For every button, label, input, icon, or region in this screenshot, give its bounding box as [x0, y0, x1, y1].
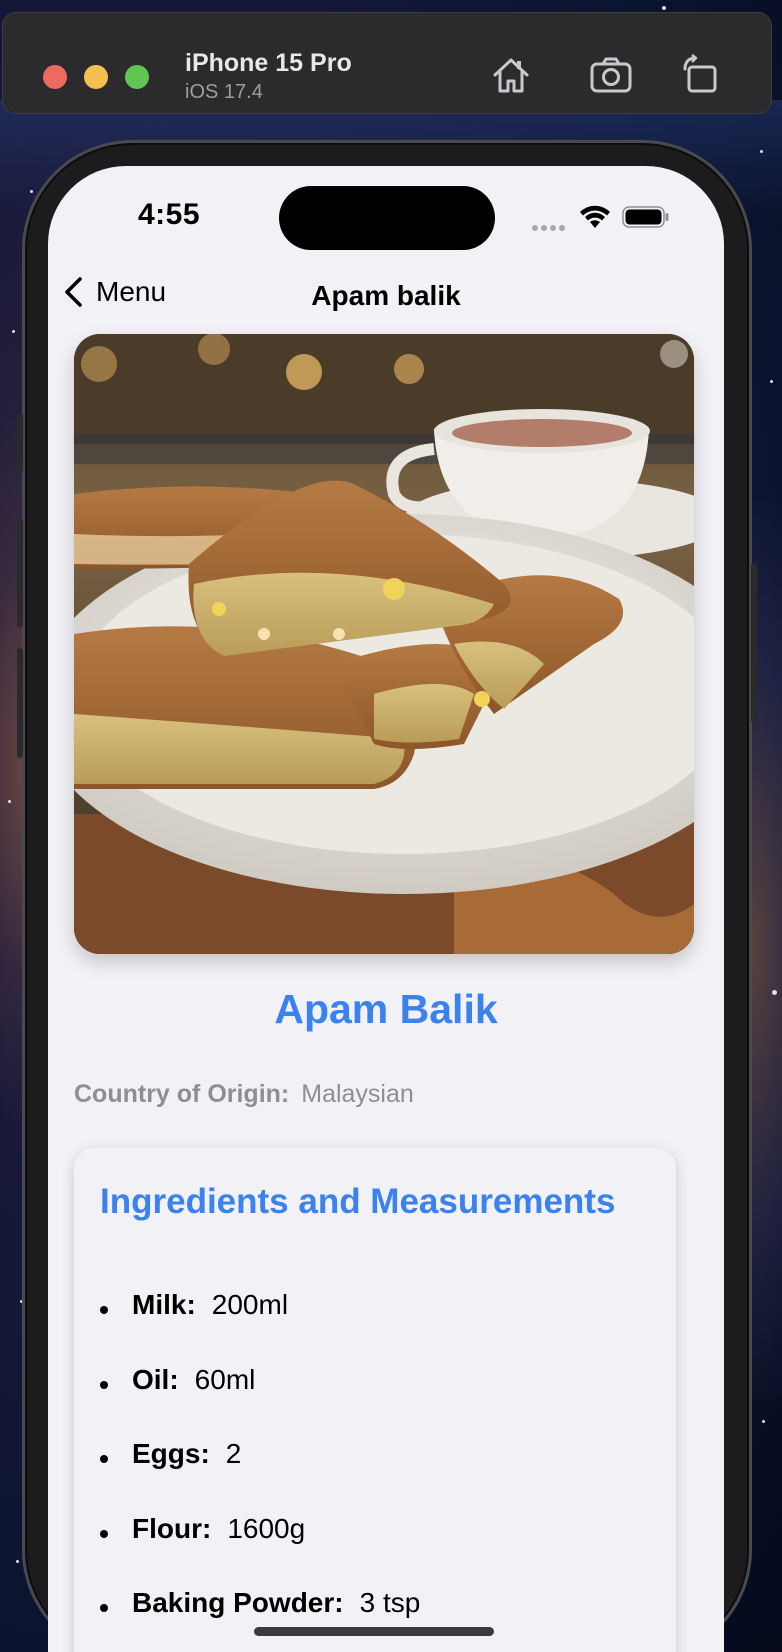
ingredient-measure: 1600g — [227, 1512, 306, 1544]
bullet-icon — [100, 1455, 108, 1464]
home-indicator[interactable] — [254, 1627, 494, 1636]
ingredient-name: Baking Powder: — [132, 1587, 344, 1619]
home-icon[interactable] — [489, 53, 533, 97]
device-name: iPhone 15 Pro — [185, 49, 352, 77]
list-item: Oil: 60ml — [100, 1343, 420, 1418]
bullet-icon — [100, 1604, 108, 1613]
origin-value: Malaysian — [301, 1080, 414, 1108]
list-item: Eggs: 2 — [100, 1417, 420, 1492]
bullet-icon — [100, 1529, 108, 1538]
status-time: 4:55 — [138, 198, 201, 231]
origin-label: Country of Origin: — [74, 1080, 290, 1108]
close-window-button[interactable] — [43, 65, 67, 89]
wifi-icon — [580, 205, 610, 228]
power-button[interactable] — [751, 563, 757, 723]
app-screen: 4:55 Menu Apam balik Apam Balik Country … — [48, 166, 724, 1652]
ingredient-measure: 60ml — [194, 1363, 256, 1395]
simulator-toolbar: iPhone 15 Pro iOS 17.4 — [2, 12, 772, 114]
ingredients-card: Ingredients and Measurements Milk: 200ml… — [74, 1148, 676, 1652]
zoom-window-button[interactable] — [125, 65, 149, 89]
bullet-icon — [100, 1306, 108, 1315]
cellular-icon — [532, 218, 568, 236]
recipe-title: Apam Balik — [274, 986, 498, 1032]
ingredient-measure: 2 — [225, 1438, 242, 1470]
list-item: Flour: 1600g — [100, 1492, 420, 1567]
ingredients-list: Milk: 200ml Oil: 60ml Eggs: 2 Flour: 160… — [100, 1268, 420, 1641]
bullet-icon — [100, 1380, 108, 1389]
volume-down-button[interactable] — [17, 648, 23, 758]
rotate-icon[interactable] — [679, 53, 723, 97]
ingredient-name: Oil: — [132, 1363, 179, 1395]
recipe-photo — [74, 334, 694, 954]
nav-title: Apam balik — [311, 280, 461, 311]
ingredient-measure: 3 tsp — [359, 1587, 421, 1619]
minimize-window-button[interactable] — [84, 65, 108, 89]
ingredients-heading: Ingredients and Measurements — [100, 1182, 616, 1221]
ingredient-name: Milk: — [132, 1289, 196, 1321]
ingredient-name: Eggs: — [132, 1438, 210, 1470]
country-of-origin: Country of Origin: Malaysian — [74, 1080, 414, 1109]
action-button[interactable] — [17, 413, 23, 473]
list-item: Milk: 200ml — [100, 1268, 420, 1343]
ingredient-measure: 200ml — [211, 1289, 289, 1321]
dynamic-island — [279, 186, 495, 250]
volume-up-button[interactable] — [17, 518, 23, 628]
ingredient-name: Flour: — [132, 1512, 212, 1544]
os-version: iOS 17.4 — [185, 81, 263, 103]
screenshot-icon[interactable] — [589, 53, 633, 97]
battery-icon — [622, 206, 669, 228]
